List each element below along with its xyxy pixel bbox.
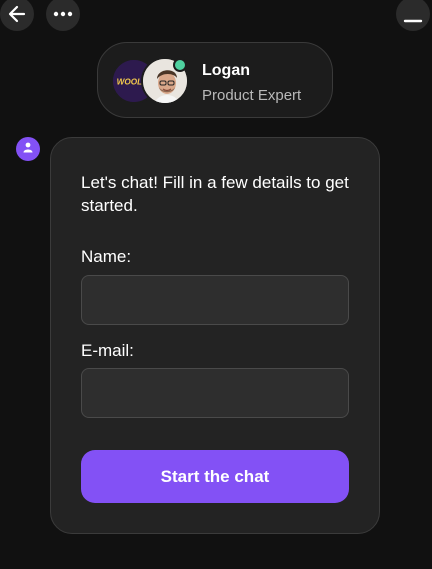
email-field[interactable]: [81, 368, 349, 418]
more-horizontal-icon: [53, 11, 73, 17]
more-options-button[interactable]: [46, 0, 80, 31]
agent-role: Product Expert: [202, 87, 302, 104]
bot-avatar: [16, 137, 40, 161]
start-chat-button[interactable]: Start the chat: [81, 450, 349, 503]
form-intro-text: Let's chat! Fill in a few details to get…: [81, 173, 349, 215]
agent-card: WOOLBET Logan Product Expert: [97, 42, 333, 118]
prechat-form-card: Let's chat! Fill in a few details to get…: [50, 137, 380, 534]
back-button[interactable]: [0, 0, 34, 31]
minimize-icon: [403, 4, 423, 24]
user-icon: [22, 140, 34, 158]
email-label: E-mail:: [81, 341, 134, 360]
minimize-button[interactable]: [396, 0, 430, 31]
name-field[interactable]: [81, 275, 349, 325]
name-label: Name:: [81, 247, 132, 266]
agent-name: Logan: [202, 62, 250, 79]
online-status-dot: [173, 58, 187, 72]
arrow-left-icon: [7, 4, 27, 24]
